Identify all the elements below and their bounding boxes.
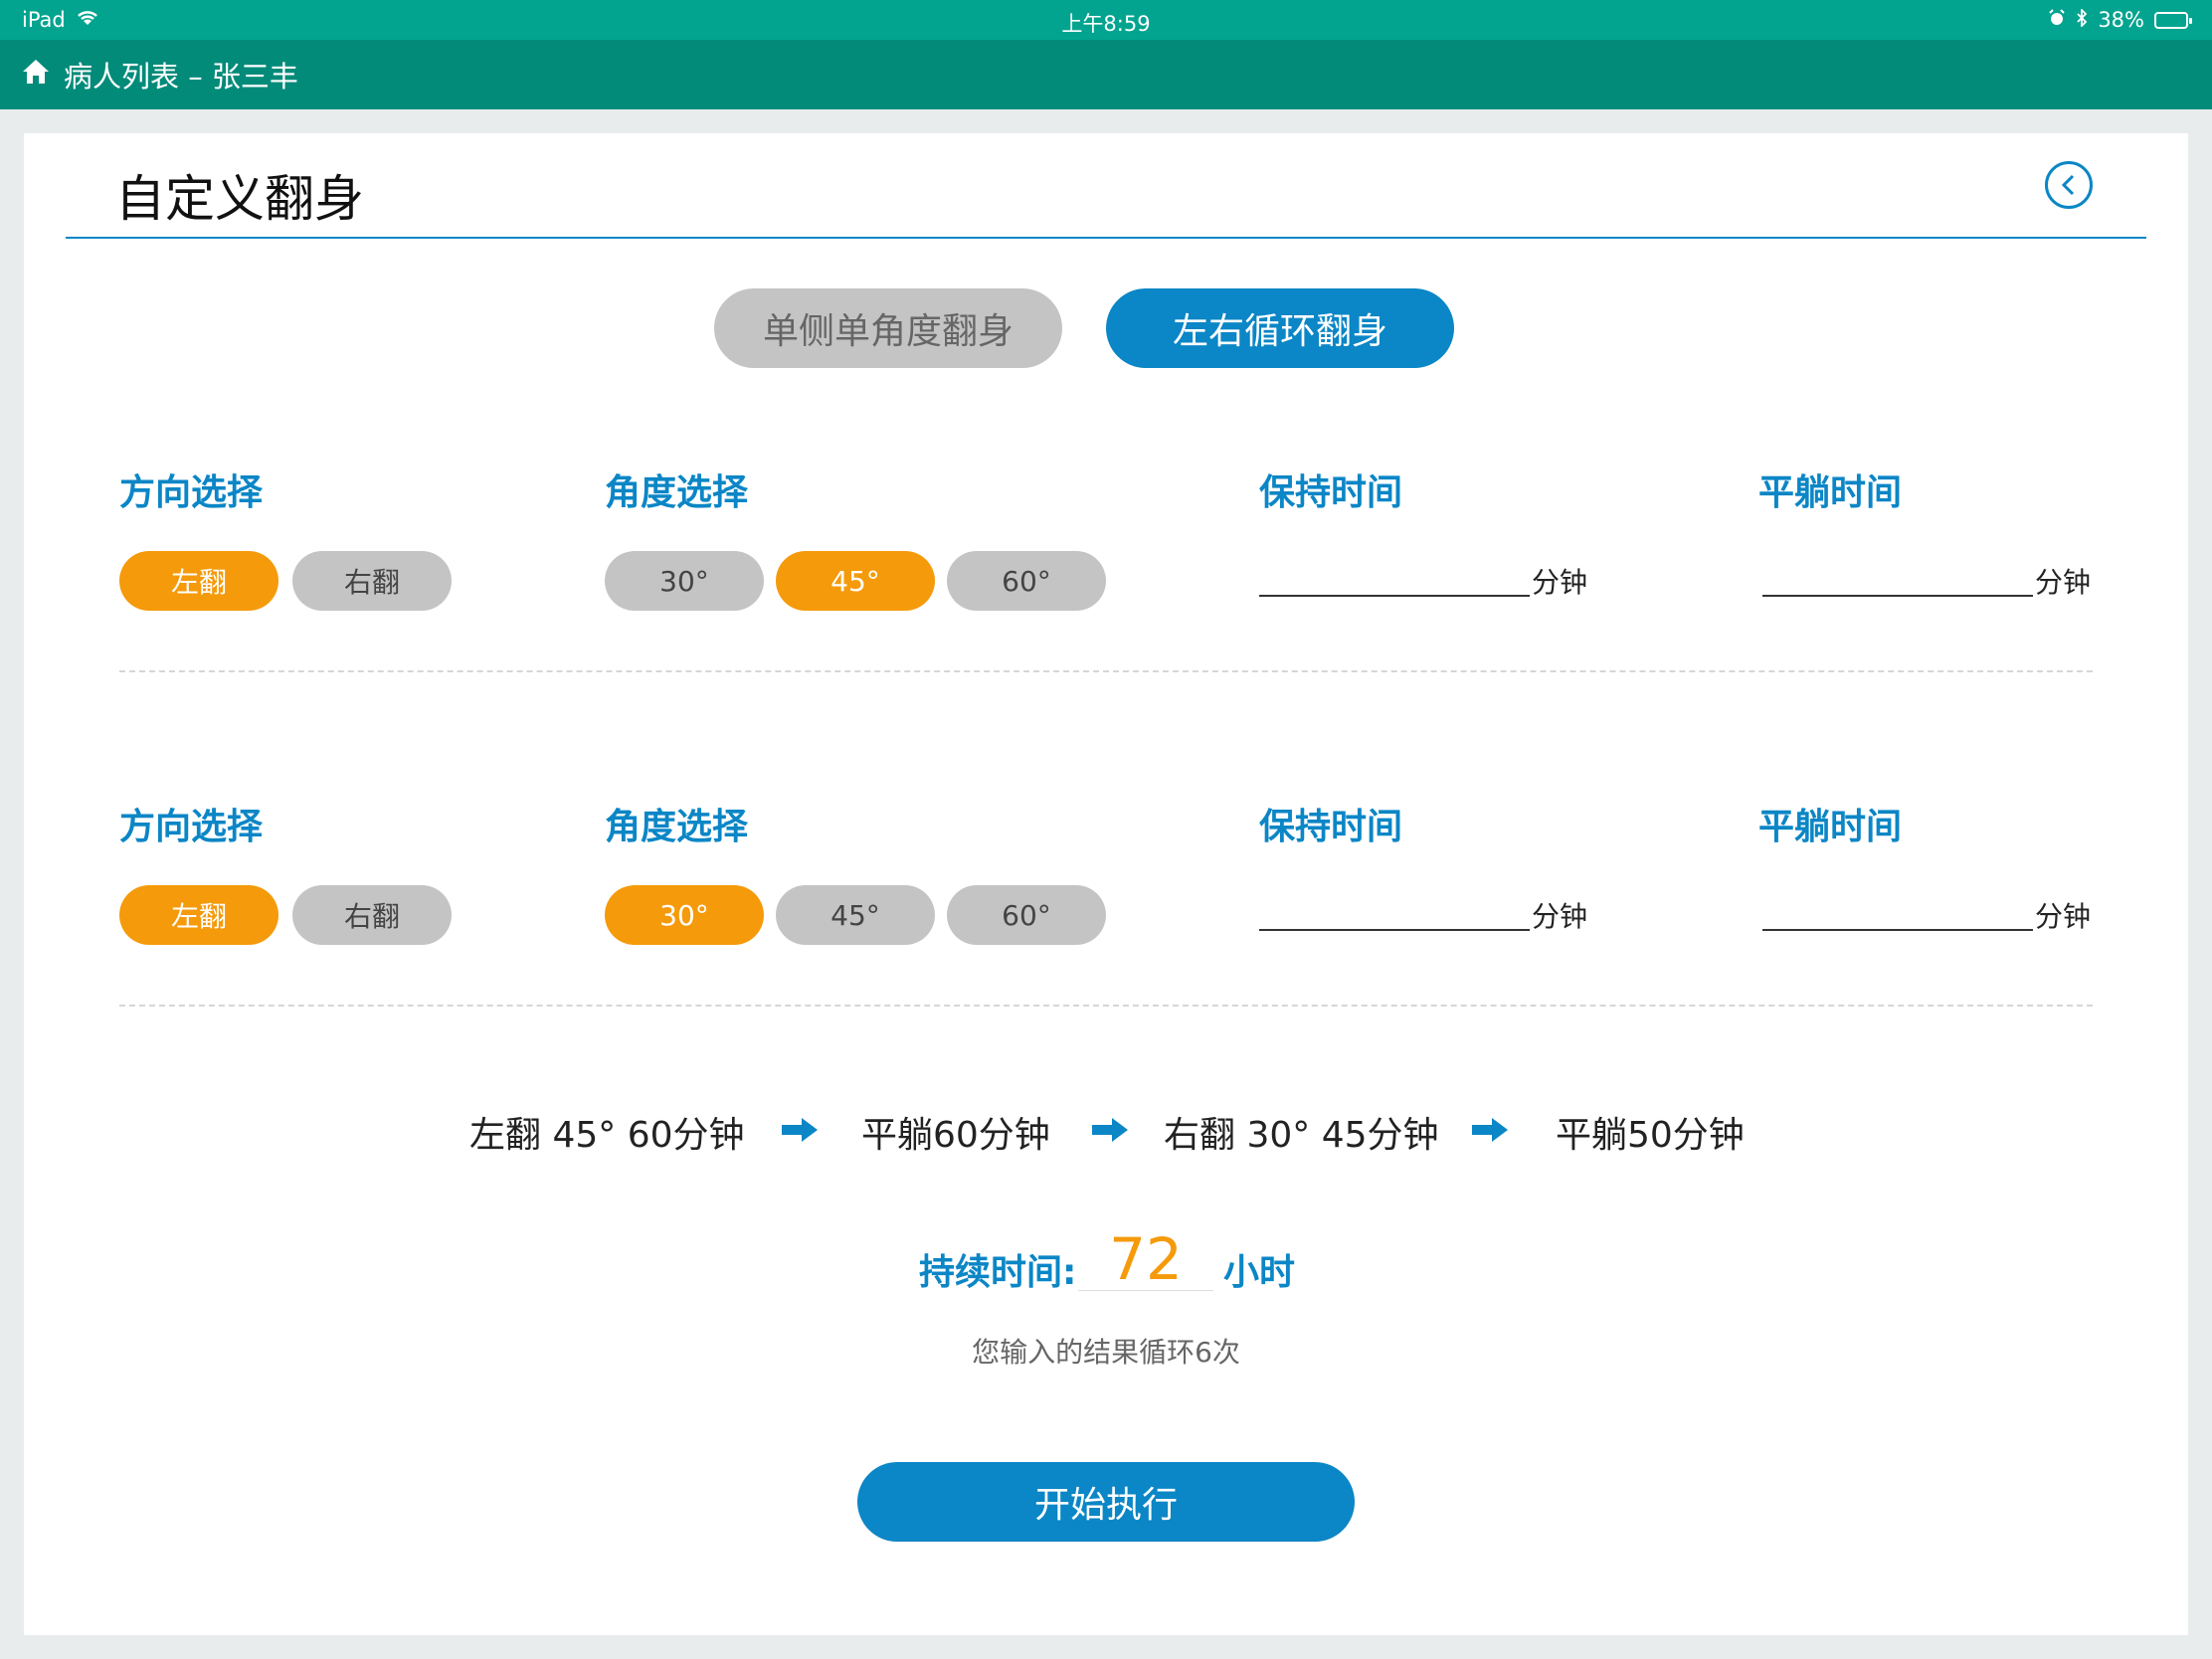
angle-label: 角度选择 xyxy=(605,807,749,847)
direction-right-option[interactable]: 右翻 xyxy=(292,551,452,611)
duration-unit: 小时 xyxy=(1223,1252,1296,1293)
divider xyxy=(119,670,2093,672)
direction-label: 方向选择 xyxy=(119,472,264,513)
angle-45-option[interactable]: 45° xyxy=(776,551,935,611)
cycle-result-text: 您输入的结果循环6次 xyxy=(972,1336,1240,1369)
arrow-right-icon xyxy=(782,1118,818,1142)
angle-45-option[interactable]: 45° xyxy=(776,885,935,945)
start-button[interactable]: 开始执行 xyxy=(857,1462,1355,1542)
battery-percent: 38% xyxy=(2098,8,2144,32)
hold-time-label: 保持时间 xyxy=(1259,807,1403,847)
hold-time-input[interactable] xyxy=(1259,595,1530,597)
divider xyxy=(119,1005,2093,1007)
angle-30-option[interactable]: 30° xyxy=(605,885,764,945)
flat-time-input[interactable] xyxy=(1762,595,2033,597)
duration-label: 持续时间: xyxy=(919,1252,1077,1293)
angle-label: 角度选择 xyxy=(605,472,749,513)
clock: 上午8:59 xyxy=(1061,12,1151,36)
sequence-step: 平躺60分钟 xyxy=(861,1115,1050,1156)
sequence-step: 左翻 45° 60分钟 xyxy=(469,1115,745,1156)
angle-60-option[interactable]: 60° xyxy=(947,551,1106,611)
alarm-icon xyxy=(2048,8,2066,32)
arrow-right-icon xyxy=(1092,1118,1128,1142)
direction-label: 方向选择 xyxy=(119,807,264,847)
flat-time-unit: 分钟 xyxy=(2035,566,2092,599)
hold-time-label: 保持时间 xyxy=(1259,472,1403,513)
direction-left-option[interactable]: 左翻 xyxy=(119,551,278,611)
direction-left-option[interactable]: 左翻 xyxy=(119,885,278,945)
duration-input[interactable]: 72 xyxy=(1078,1225,1213,1293)
hold-time-unit: 分钟 xyxy=(1532,566,1588,599)
flat-time-input[interactable] xyxy=(1762,929,2033,931)
flat-time-label: 平躺时间 xyxy=(1758,472,1903,513)
title-divider xyxy=(66,237,2146,239)
angle-60-option[interactable]: 60° xyxy=(947,885,1106,945)
battery-icon xyxy=(2154,11,2192,29)
flat-time-unit: 分钟 xyxy=(2035,900,2092,933)
status-bar: iPad 上午8:59 38% xyxy=(0,0,2212,40)
main-card: 自定义翻身 单侧单角度翻身 左右循环翻身 方向选择 角度选择 保持时间 平躺时间… xyxy=(24,133,2188,1635)
sequence-step: 右翻 30° 45分钟 xyxy=(1164,1115,1439,1156)
page-title: 自定义翻身 xyxy=(115,170,364,228)
bluetooth-icon xyxy=(2076,7,2088,32)
hold-time-input[interactable] xyxy=(1259,929,1530,931)
home-icon[interactable] xyxy=(22,58,50,92)
angle-30-option[interactable]: 30° xyxy=(605,551,764,611)
tab-left-right-cycle[interactable]: 左右循环翻身 xyxy=(1106,288,1454,368)
chevron-left-icon xyxy=(2061,174,2075,196)
nav-bar: 病人列表 – 张三丰 xyxy=(0,40,2212,109)
sequence-step: 平躺50分钟 xyxy=(1556,1115,1745,1156)
arrow-right-icon xyxy=(1472,1118,1508,1142)
breadcrumb[interactable]: 病人列表 – 张三丰 xyxy=(64,54,298,95)
tab-single-side[interactable]: 单侧单角度翻身 xyxy=(714,288,1062,368)
flat-time-label: 平躺时间 xyxy=(1758,807,1903,847)
direction-right-option[interactable]: 右翻 xyxy=(292,885,452,945)
hold-time-unit: 分钟 xyxy=(1532,900,1588,933)
back-button[interactable] xyxy=(2045,161,2093,209)
